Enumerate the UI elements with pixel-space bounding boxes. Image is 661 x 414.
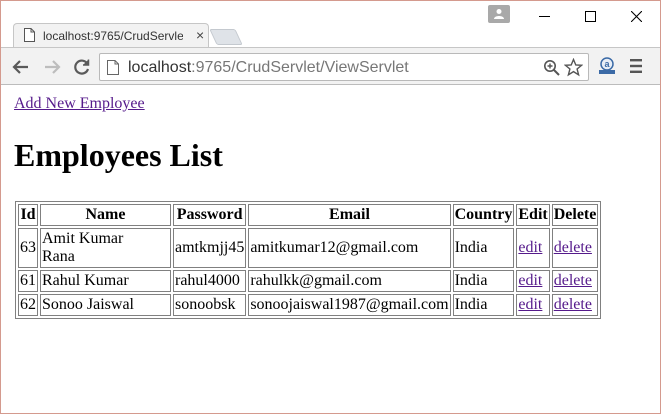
minimize-icon xyxy=(538,15,550,17)
delete-link[interactable]: delete xyxy=(554,239,592,256)
cell-id: 61 xyxy=(18,270,38,292)
extension-icon[interactable]: a xyxy=(597,56,617,81)
address-bar[interactable]: localhost:9765/CrudServlet/ViewServlet xyxy=(99,53,589,81)
reload-icon xyxy=(74,59,90,75)
name-line: Rana xyxy=(42,248,75,265)
cell-password: sonoobsk xyxy=(173,294,247,316)
employees-table: Id Name Password Email Country Edit Dele… xyxy=(15,201,602,319)
cell-edit: edit xyxy=(516,228,550,268)
browser-window: localhost:9765/CrudServle × localhost:97… xyxy=(0,0,661,414)
column-header-email: Email xyxy=(248,204,451,226)
column-header-edit: Edit xyxy=(516,204,550,226)
table-header-row: Id Name Password Email Country Edit Dele… xyxy=(18,204,599,226)
reload-button[interactable] xyxy=(72,57,92,77)
zoom-icon[interactable] xyxy=(543,59,560,81)
cell-name: Sonoo Jaiswal xyxy=(40,294,171,316)
cell-delete: delete xyxy=(551,294,599,316)
column-header-country: Country xyxy=(452,204,515,226)
cell-name: Rahul Kumar xyxy=(40,270,171,292)
forward-arrow-icon xyxy=(45,60,61,74)
browser-tab[interactable]: localhost:9765/CrudServle × xyxy=(13,23,209,47)
add-new-employee-link[interactable]: Add New Employee xyxy=(14,95,145,113)
url-host: localhost xyxy=(128,59,192,76)
menu-icon[interactable] xyxy=(629,58,643,79)
column-header-password: Password xyxy=(173,204,247,226)
cell-delete: delete xyxy=(551,270,599,292)
page-icon xyxy=(24,28,35,42)
new-tab-button[interactable] xyxy=(209,29,243,45)
table-row: 62 Sonoo Jaiswal sonoobsk sonoojaiswal19… xyxy=(18,294,599,316)
cell-email: amitkumar12@gmail.com xyxy=(248,228,451,268)
close-icon xyxy=(630,10,642,22)
column-header-id: Id xyxy=(18,204,38,226)
forward-button[interactable] xyxy=(42,57,62,77)
back-button[interactable] xyxy=(11,57,31,77)
table-row: 63 Amit Kumar Rana amtkmjj45 amitkumar12@… xyxy=(18,228,599,268)
column-header-delete: Delete xyxy=(551,204,599,226)
maximize-button[interactable] xyxy=(567,1,613,31)
browser-toolbar: localhost:9765/CrudServlet/ViewServlet a xyxy=(1,47,660,85)
title-bar: localhost:9765/CrudServle × xyxy=(1,1,660,47)
cell-country: India xyxy=(452,294,515,316)
cell-email: rahulkk@gmail.com xyxy=(248,270,451,292)
tab-close-icon[interactable]: × xyxy=(196,27,204,43)
cell-password: amtkmjj45 xyxy=(173,228,247,268)
cell-edit: edit xyxy=(516,294,550,316)
cell-id: 63 xyxy=(18,228,38,268)
tab-title: localhost:9765/CrudServle xyxy=(43,29,183,43)
close-window-button[interactable] xyxy=(613,1,659,31)
cell-id: 62 xyxy=(18,294,38,316)
minimize-button[interactable] xyxy=(521,1,567,31)
page-title: Employees List xyxy=(14,137,223,173)
back-arrow-icon xyxy=(12,60,28,74)
profile-button[interactable] xyxy=(488,5,510,23)
maximize-icon xyxy=(584,10,596,22)
url-path: :9765/CrudServlet/ViewServlet xyxy=(191,59,409,76)
cell-edit: edit xyxy=(516,270,550,292)
table-row: 61 Rahul Kumar rahul4000 rahulkk@gmail.c… xyxy=(18,270,599,292)
delete-link[interactable]: delete xyxy=(554,296,592,313)
cell-password: rahul4000 xyxy=(173,270,247,292)
name-line: Amit Kumar xyxy=(42,230,124,247)
edit-link[interactable]: edit xyxy=(518,296,542,313)
column-header-name: Name xyxy=(40,204,171,226)
cell-country: India xyxy=(452,228,515,268)
cell-delete: delete xyxy=(551,228,599,268)
cell-country: India xyxy=(452,270,515,292)
url-text[interactable]: localhost:9765/CrudServlet/ViewServlet xyxy=(128,59,538,77)
page-icon xyxy=(107,60,119,80)
delete-link[interactable]: delete xyxy=(554,272,592,289)
cell-name: Amit Kumar Rana xyxy=(40,228,171,268)
edit-link[interactable]: edit xyxy=(518,239,542,256)
page-content: Add New Employee Employees List Id Name … xyxy=(1,85,660,413)
star-icon[interactable] xyxy=(563,57,584,82)
cell-email: sonoojaiswal1987@gmail.com xyxy=(248,294,451,316)
edit-link[interactable]: edit xyxy=(518,272,542,289)
person-icon xyxy=(494,9,504,19)
